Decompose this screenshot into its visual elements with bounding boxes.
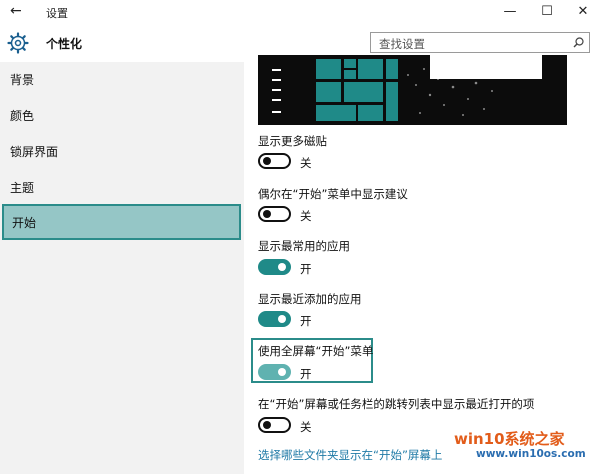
watermark-text: win10系统之家 [454,430,565,448]
setting-label: 显示最近添加的应用 [258,292,362,306]
arrow-left-icon[interactable]: ← [10,3,26,19]
toggle-knob [263,421,271,429]
page-title: 个性化 [46,37,83,51]
watermark-url: www.win10os.com [476,448,586,460]
toggle-state: 关 [300,156,312,170]
search-placeholder: 查找设置 [379,37,425,51]
toggle-state: 开 [300,367,312,381]
setting-label: 在“开始”屏幕或任务栏的跳转列表中显示最近打开的项 [258,397,535,411]
toggle-state: 开 [300,314,312,328]
toggle-most-used-apps[interactable] [258,259,291,275]
search-icon[interactable] [573,37,584,48]
sidebar-item-colors[interactable]: 颜色 [0,98,244,134]
toggle-recently-added-apps[interactable] [258,311,291,327]
gear-icon [7,32,29,54]
window-title: 设置 [46,7,68,20]
setting-label: 偶尔在“开始”菜单中显示建议 [258,187,408,201]
choose-folders-link[interactable]: 选择哪些文件夹显示在“开始”屏幕上 [258,447,442,463]
sidebar-item-label: 锁屏界面 [10,145,59,159]
toggle-knob [263,157,271,165]
toggle-state: 开 [300,262,312,276]
setting-label: 显示更多磁贴 [258,134,327,148]
sidebar-item-label: 主题 [10,181,35,195]
minimize-icon[interactable]: — [500,2,520,22]
sidebar-item-label: 颜色 [10,109,35,123]
sidebar-item-themes[interactable]: 主题 [0,170,244,206]
toggle-state: 关 [300,420,312,434]
close-icon[interactable]: ✕ [573,2,593,22]
toggle-knob [278,368,286,376]
sidebar-item-start[interactable]: 开始 [2,204,241,240]
sidebar-item-background[interactable]: 背景 [0,62,244,98]
maximize-icon[interactable]: ☐ [537,2,557,22]
toggle-knob [263,210,271,218]
setting-label: 显示最常用的应用 [258,239,350,253]
toggle-show-more-tiles[interactable] [258,153,291,169]
toggle-knob [278,315,286,323]
toggle-fullscreen-start[interactable] [258,364,291,380]
toggle-state: 关 [300,209,312,223]
title-bar: ← 设置 — ☐ ✕ [0,0,600,24]
toggle-jump-list-recent[interactable] [258,417,291,433]
search-input[interactable]: 查找设置 [370,32,590,53]
sidebar-item-label: 背景 [10,73,35,87]
toggle-knob [278,263,286,271]
setting-label: 使用全屏幕“开始”菜单 [258,344,374,358]
toggle-show-suggestions[interactable] [258,206,291,222]
sidebar-item-label: 开始 [12,216,37,230]
start-menu-preview-image [258,55,567,125]
sidebar-item-lock-screen[interactable]: 锁屏界面 [0,134,244,170]
